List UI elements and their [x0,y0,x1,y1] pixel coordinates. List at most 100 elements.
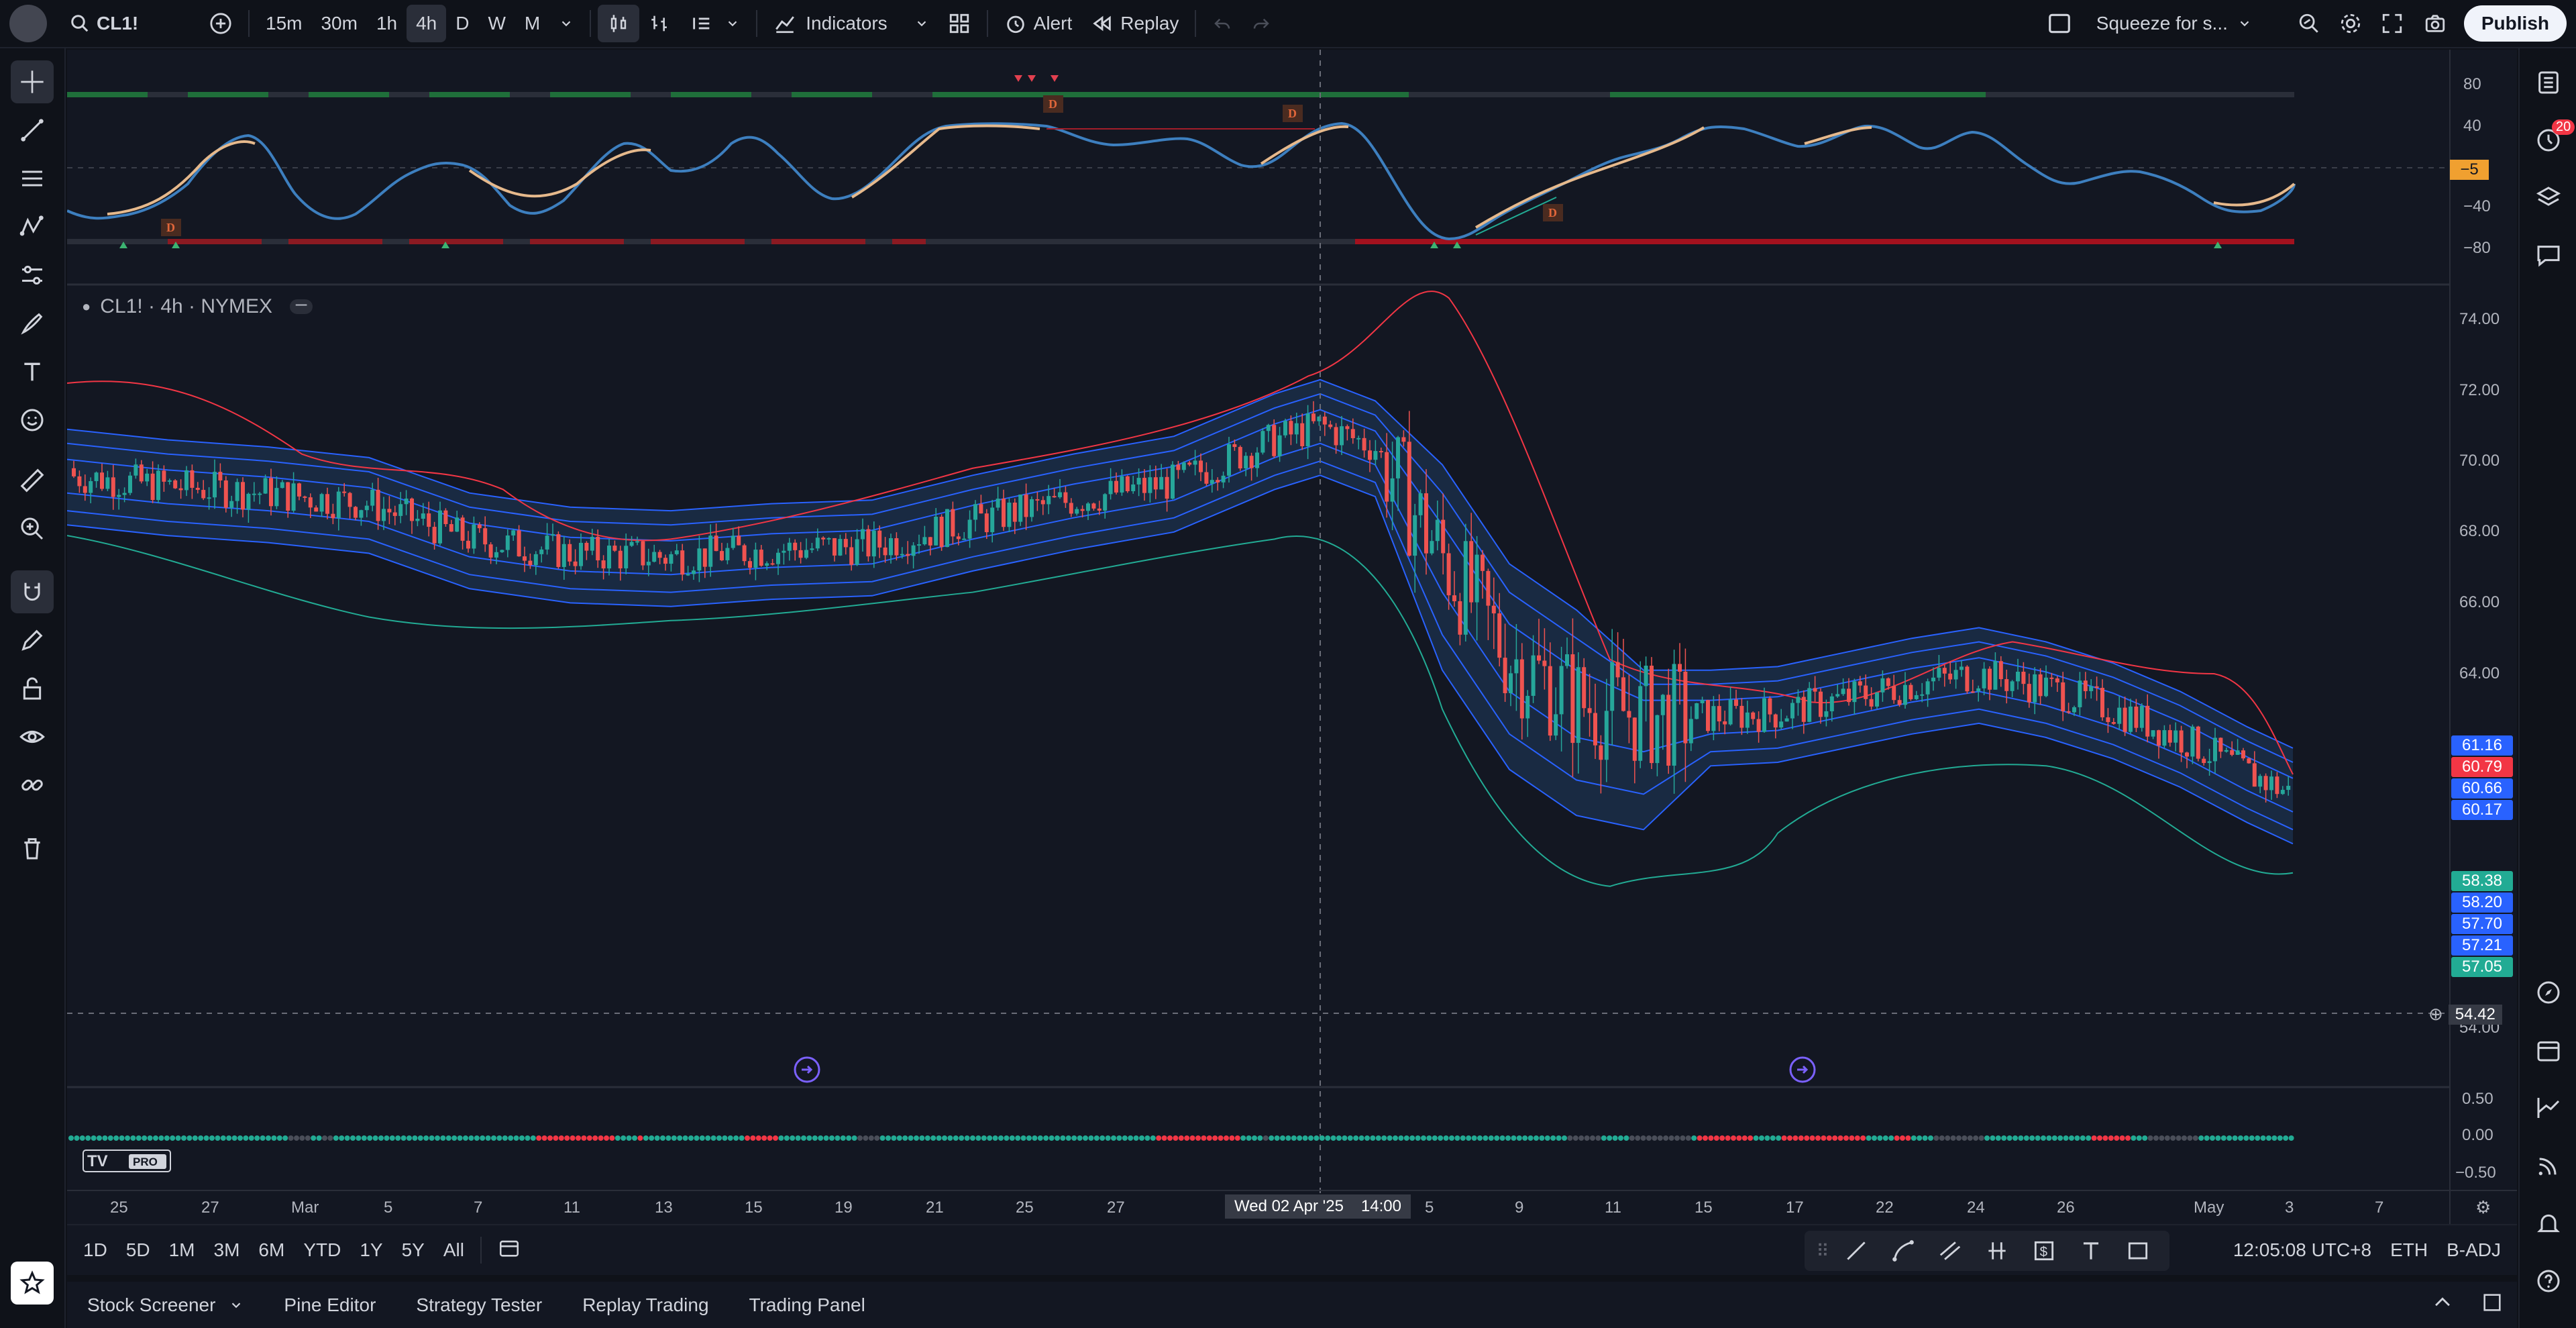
calendar-button[interactable] [2529,1031,2568,1070]
candle-body [1458,601,1462,635]
range-1y[interactable]: 1Y [350,1239,392,1261]
interval-dropdown[interactable] [549,5,583,42]
pine-button[interactable] [2529,1088,2568,1127]
range-5y[interactable]: 5Y [392,1239,434,1261]
hide-drawings-tool[interactable] [11,715,54,758]
range-6m[interactable]: 6M [249,1239,294,1261]
brush-tool[interactable] [11,302,54,345]
candle-body [83,486,87,493]
settings-button[interactable] [2330,5,2371,42]
chats-button[interactable] [2529,236,2568,275]
event-marker-2[interactable] [1789,1056,1816,1083]
lock-drawings-tool[interactable] [11,667,54,710]
quick-text-button[interactable] [2068,1232,2114,1270]
alert-button[interactable]: Alert [995,5,1082,42]
tab-pine-editor[interactable]: Pine Editor [264,1294,396,1316]
redo-button[interactable] [1242,5,1281,42]
candle-body [2016,672,2020,682]
squeeze-dot [1849,1135,1855,1141]
adjustment-toggle[interactable]: B-ADJ [2437,1239,2510,1261]
zoom-tool[interactable] [11,507,54,550]
squeeze-dot [1133,1135,1139,1141]
goto-date-button[interactable] [488,1237,530,1264]
alerts-button[interactable]: 20 [2529,119,2575,160]
trend-line-tool[interactable] [11,109,54,152]
avatar[interactable] [9,5,47,42]
squeeze-dot [592,1135,598,1141]
favorites-tool[interactable] [11,1262,54,1305]
quick-ray-button[interactable] [1880,1232,1927,1270]
interval-w[interactable]: W [478,5,515,42]
quick-pitchfork-button[interactable] [1974,1232,2021,1270]
horizontal-lines-tool[interactable] [11,157,54,200]
bar-style-button[interactable] [598,5,640,42]
link-tool[interactable] [11,764,54,807]
chart-area[interactable]: D D D D TV PRO ● CL1! · 4h · NYMEX – 80 … [67,50,2517,1224]
candle-body [483,528,488,545]
interval-1h[interactable]: 1h [367,5,407,42]
remove-drawings-tool[interactable] [11,827,54,870]
measure-tool[interactable] [11,459,54,502]
compare-button[interactable] [200,5,241,42]
range-1m[interactable]: 1M [160,1239,205,1261]
chart-canvas[interactable]: D D D D TV PRO [67,50,2517,1224]
session-toggle[interactable]: ETH [2381,1239,2437,1261]
replay-button[interactable]: Replay [1081,5,1188,42]
publish-button[interactable]: Publish [2463,5,2567,42]
candle-body [1965,666,1970,692]
interval-30m[interactable]: 30m [311,5,366,42]
interval-m[interactable]: M [515,5,549,42]
tab-strategy-tester[interactable]: Strategy Tester [396,1294,562,1316]
quick-price-range-button[interactable]: $ [2021,1232,2068,1270]
symbol-legend[interactable]: ● CL1! · 4h · NYMEX – [82,294,313,318]
notifications-button[interactable] [2529,1204,2568,1243]
quick-search-button[interactable] [2288,5,2330,42]
legend-collapse-button[interactable]: – [290,294,313,314]
emoji-tool[interactable] [11,399,54,442]
range-1d[interactable]: 1D [74,1239,117,1261]
forecast-tool[interactable] [11,254,54,297]
help-button[interactable] [2529,1262,2568,1300]
event-marker-1[interactable] [794,1056,820,1083]
watchlist-button[interactable] [2529,63,2568,102]
range-ytd[interactable]: YTD [294,1239,350,1261]
squeeze-dot [164,1135,170,1141]
snapshot-button[interactable] [2413,5,2457,42]
quick-channel-button[interactable] [1927,1232,1974,1270]
tab-trading-panel[interactable]: Trading Panel [729,1294,885,1316]
undo-button[interactable] [1203,5,1242,42]
layout-selector[interactable]: Squeeze for s... [2037,5,2261,42]
collapse-panel-button[interactable] [2418,1291,2467,1319]
crosshair-tool[interactable] [11,60,54,103]
templates-button[interactable] [938,5,980,42]
heikin-ashi-button[interactable] [639,5,681,42]
magnet-tool[interactable] [11,570,54,613]
indicators-button[interactable]: Indicators [764,5,938,42]
squeeze-dot [1218,1135,1224,1141]
streams-button[interactable] [2529,1146,2568,1185]
text-tool[interactable] [11,350,54,393]
interval-d[interactable]: D [446,5,478,42]
range-3m[interactable]: 3M [205,1239,250,1261]
clock[interactable]: 12:05:08 UTC+8 [2224,1239,2381,1261]
quick-trendline-button[interactable] [1833,1232,1880,1270]
time-axis-settings[interactable]: ⚙ [2475,1197,2491,1218]
pattern-tool[interactable] [11,205,54,248]
maximize-panel-button[interactable] [2467,1291,2517,1319]
tab-stock-screener[interactable]: Stock Screener [67,1294,264,1316]
ideas-button[interactable] [2529,973,2568,1012]
range-5d[interactable]: 5D [117,1239,160,1261]
fullscreen-button[interactable] [2371,5,2413,42]
candle-body [241,482,245,510]
object-tree-button[interactable] [2529,178,2568,217]
symbol-search[interactable]: CL1! [60,5,200,42]
interval-15m[interactable]: 15m [256,5,311,42]
add-alert-icon[interactable]: ⊕ [2428,1004,2443,1025]
range-all[interactable]: All [434,1239,474,1261]
stay-in-drawing-tool[interactable] [11,619,54,662]
drag-handle[interactable]: ⠿ [1813,1232,1833,1270]
chart-type-dropdown[interactable] [681,5,749,42]
tab-replay-trading[interactable]: Replay Trading [562,1294,729,1316]
quick-rectangle-button[interactable] [2114,1232,2161,1270]
interval-4h[interactable]: 4h [407,5,447,42]
